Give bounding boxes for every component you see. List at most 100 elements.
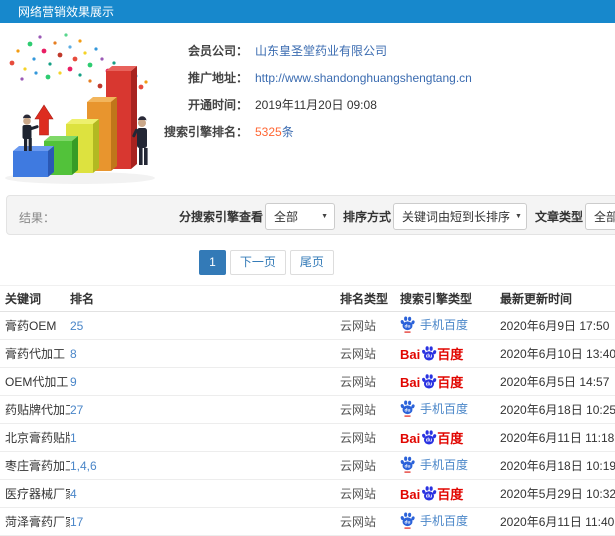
engine-filter-select[interactable]: 全部 ▼ [265,203,336,230]
engine-type-cell: Bai du 百度 [400,423,500,452]
baidu-paw-icon: du [400,456,415,473]
engine-rank-value: 5325条 [255,123,294,140]
engine-type-cell: du 手机百度 [400,451,500,480]
baidu-mobile-label: 手机百度 [420,401,469,416]
header-keyword: 关键词 [0,285,70,312]
svg-text:du: du [405,407,411,413]
baidu-paw-icon: du [422,345,437,360]
updated-time-cell: 2020年6月11日 11:40 [500,507,615,536]
chevron-down-icon: ▼ [515,213,522,220]
engine-type-cell: du 手机百度 [400,395,500,424]
results-table: 关键词 排名 排名类型 搜索引擎类型 最新更新时间 膏药OEM 25 云网站 d… [0,285,615,536]
baidu-bai-text: Bai [400,430,421,446]
rank-link[interactable]: 8 [70,339,340,368]
baidu-paw-icon: du [422,373,437,388]
baidu-mobile-label: 手机百度 [420,513,469,528]
keyword-cell: 菏泽膏药厂家 [0,507,70,536]
baidu-mobile-label: 手机百度 [420,317,469,332]
updated-time-cell: 2020年6月9日 17:50 [500,311,615,340]
last-page-button[interactable]: 尾页 [289,250,334,275]
page-title: 网络营销效果展示 [18,5,115,19]
article-type-label: 文章类型 [535,210,584,224]
updated-time-cell: 2020年5月29日 10:32 [500,479,615,508]
baidu-pc-logo: Bai du 百度 [400,345,464,362]
engine-filter-selected: 全部 [274,210,299,224]
baidu-mobile-logo: du 手机百度 [400,456,468,473]
rank-type-cell: 云网站 [340,479,400,508]
baidu-pc-logo: Bai du 百度 [400,373,464,390]
keyword-cell: 枣庄膏药加工 [0,451,70,480]
svg-text:du: du [405,323,411,329]
baidu-pc-logo: Bai du 百度 [400,429,464,446]
baidu-paw-icon: du [400,400,415,417]
svg-text:du: du [426,353,432,359]
pagination: 1 下一页 尾页 [0,250,615,275]
baidu-cn-text: 百度 [437,374,464,390]
table-row: 北京膏药贴牌 1 云网站 Bai du 百度 2020年6月11日 11:18 [0,423,615,452]
window-title-bar: 网络营销效果展示 [0,0,615,23]
promo-url-row: 推广地址： http://www.shandonghuangshengtang.… [164,64,615,91]
open-time-value: 2019年11月20日 09:08 [255,98,377,112]
baidu-mobile-logo: du 手机百度 [400,400,468,417]
table-row: 膏药OEM 25 云网站 du 手机百度 2020年6月9日 17:50 [0,311,615,340]
engine-type-cell: Bai du 百度 [400,479,500,508]
header-rank-type: 排名类型 [340,285,400,312]
next-page-button[interactable]: 下一页 [229,250,286,275]
article-type-selected: 全部 [594,210,615,224]
rank-type-cell: 云网站 [340,507,400,536]
page-1-button[interactable]: 1 [199,250,226,275]
baidu-paw-icon: du [422,485,437,500]
rank-link[interactable]: 1 [70,423,340,452]
baidu-cn-text: 百度 [437,486,464,502]
updated-time-cell: 2020年6月10日 13:40 [500,339,615,368]
svg-text:du: du [405,463,411,469]
rank-link[interactable]: 1,4,6 [70,451,340,480]
promo-url-link[interactable]: http://www.shandonghuangshengtang.cn [255,71,472,85]
updated-time-cell: 2020年6月11日 11:18 [500,423,615,452]
rank-link[interactable]: 27 [70,395,340,424]
svg-text:du: du [426,437,432,443]
baidu-mobile-logo: du 手机百度 [400,316,468,333]
rank-link[interactable]: 9 [70,367,340,396]
keyword-cell: 膏药OEM [0,311,70,340]
keyword-cell: OEM代加工 [0,367,70,396]
company-row: 会员公司： 山东皇圣堂药业有限公司 [164,37,615,64]
rank-type-cell: 云网站 [340,339,400,368]
article-type-select[interactable]: 全部 ▼ [585,203,615,230]
baidu-cn-text: 百度 [437,430,464,446]
company-label: 会员公司： [187,44,248,58]
up-arrow-icon [34,104,54,136]
sort-select[interactable]: 关键词由短到长排序 ▼ [393,203,528,230]
engine-rank-row: 搜索引擎排名： 5325条 [164,118,615,145]
chart-illustration [0,29,164,189]
summary-section: 会员公司： 山东皇圣堂药业有限公司 推广地址： http://www.shand… [0,29,615,191]
svg-text:du: du [426,493,432,499]
rank-link[interactable]: 25 [70,311,340,340]
baidu-paw-icon: du [422,429,437,444]
table-row: 膏药代加工 8 云网站 Bai du 百度 2020年6月10日 13:40 [0,339,615,368]
promo-url-label: 推广地址： [187,71,248,85]
table-row: 枣庄膏药加工 1,4,6 云网站 du 手机百度 2020年6月18日 10:1… [0,451,615,480]
table-row: 药贴牌代加工 27 云网站 du 手机百度 2020年6月18日 10:25 [0,395,615,424]
baidu-mobile-label: 手机百度 [420,457,469,472]
updated-time-cell: 2020年6月18日 10:25 [500,395,615,424]
rank-type-cell: 云网站 [340,311,400,340]
header-rank: 排名 [70,285,340,312]
keyword-cell: 北京膏药贴牌 [0,423,70,452]
engine-type-cell: du 手机百度 [400,507,500,536]
company-name-link[interactable]: 山东皇圣堂药业有限公司 [255,42,387,59]
businessman-left [22,114,39,151]
baidu-cn-text: 百度 [437,346,464,362]
baidu-bai-text: Bai [400,374,421,390]
filter-bar: 结果： 分搜索引擎查看 全部 ▼ 排序方式 关键词由短到长排序 ▼ 文章类型 全… [6,195,615,235]
rank-link[interactable]: 4 [70,479,340,508]
baidu-bai-text: Bai [400,346,421,362]
sort-label: 排序方式 [343,210,392,224]
rank-type-cell: 云网站 [340,451,400,480]
growth-bar-chart-image [5,33,155,184]
engine-rank-label: 搜索引擎排名： [164,125,249,139]
open-time-label: 开通时间： [187,98,248,112]
member-info-panel: 会员公司： 山东皇圣堂药业有限公司 推广地址： http://www.shand… [164,29,615,191]
updated-time-cell: 2020年6月18日 10:19 [500,451,615,480]
rank-link[interactable]: 17 [70,507,340,536]
